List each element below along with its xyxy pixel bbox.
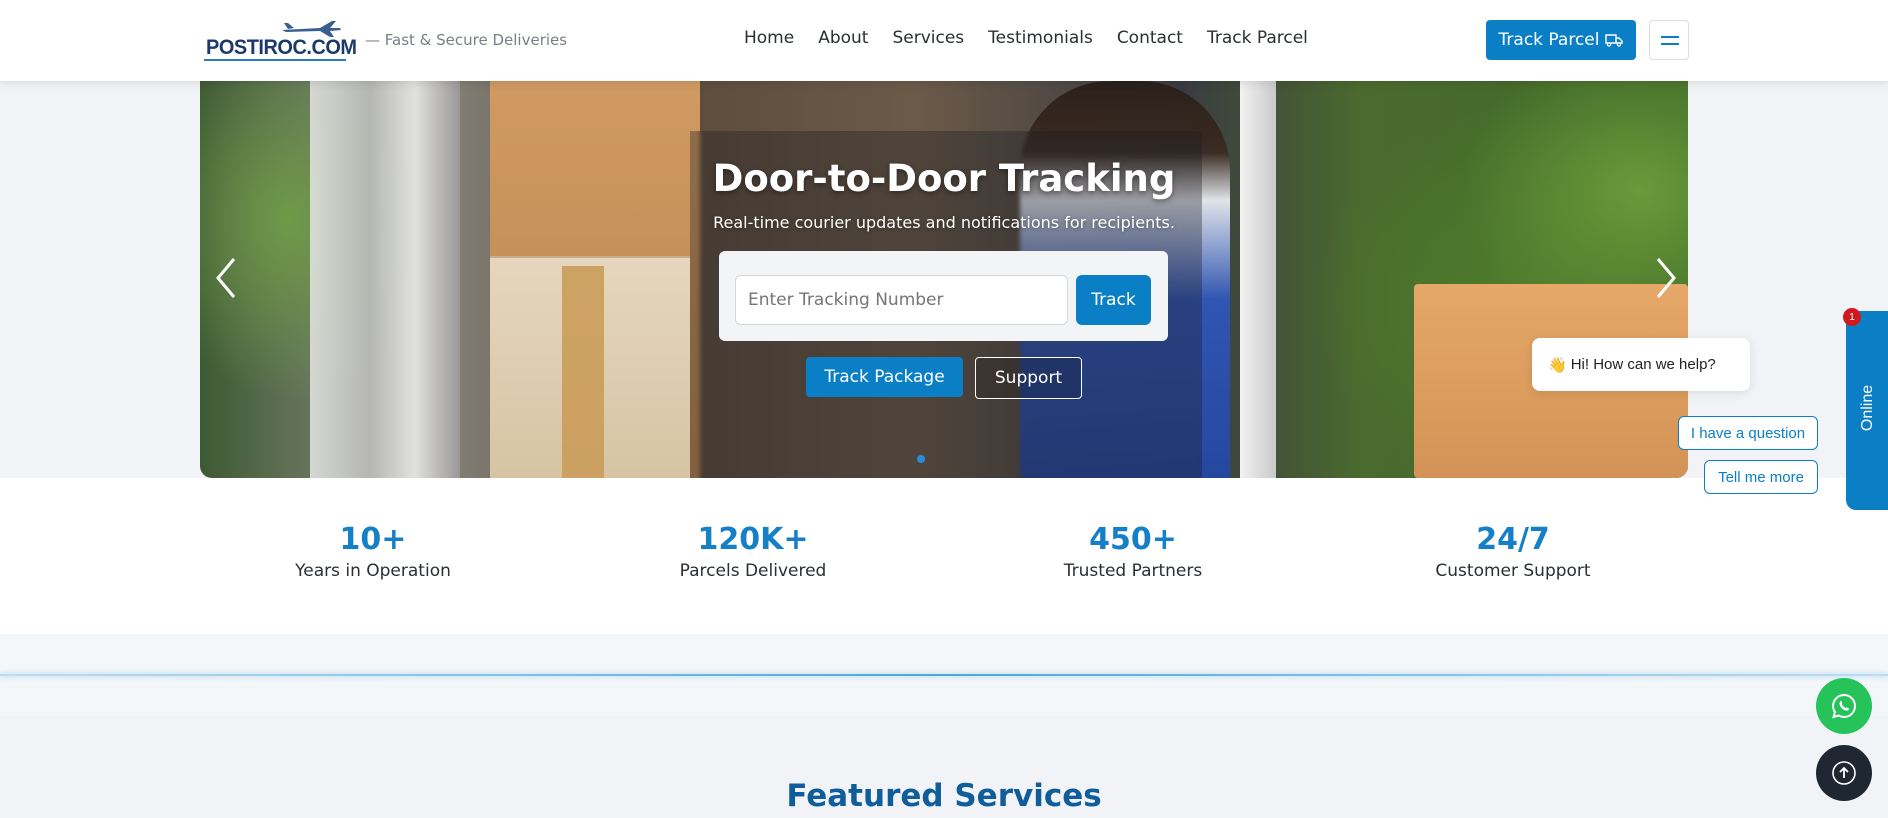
hero-title: Door-to-Door Tracking — [712, 157, 1176, 200]
slide-indicator-active[interactable] — [917, 455, 925, 463]
back-to-top-button[interactable] — [1816, 745, 1872, 801]
support-button[interactable]: Support — [975, 357, 1082, 399]
track-package-button[interactable]: Track Package — [806, 357, 963, 397]
hamburger-icon-bar — [1661, 43, 1679, 45]
hero-image-tape — [562, 266, 604, 478]
chat-option-question[interactable]: I have a question — [1678, 416, 1818, 450]
site-tagline: — Fast & Secure Deliveries — [365, 31, 568, 49]
main-nav: Home About Services Testimonials Contact… — [744, 28, 1308, 48]
chat-greeting-bubble: 👋 Hi! How can we help? — [1532, 338, 1750, 391]
chevron-right-icon[interactable] — [1648, 253, 1684, 303]
nav-track-parcel[interactable]: Track Parcel — [1207, 28, 1308, 48]
chat-online-tab[interactable]: Online — [1846, 311, 1888, 510]
nav-testimonials[interactable]: Testimonials — [988, 28, 1093, 48]
hero-slider: Door-to-Door Tracking Real-time courier … — [200, 81, 1688, 478]
arrow-up-icon — [1832, 761, 1856, 785]
hero-image-van-door — [310, 81, 460, 478]
hero-subtitle: Real-time courier updates and notificati… — [713, 213, 1175, 232]
chat-option-tell-more[interactable]: Tell me more — [1704, 460, 1818, 494]
track-parcel-button-label: Track Parcel — [1498, 30, 1600, 50]
site-header: POSTIROC.COM — Fast & Secure Deliveries … — [0, 0, 1888, 81]
stat-value: 24/7 — [1476, 522, 1550, 557]
site-logo[interactable]: POSTIROC.COM — [204, 18, 357, 64]
stat-item: 24/7 Customer Support — [1363, 522, 1663, 581]
stat-label: Parcels Delivered — [679, 561, 827, 581]
stat-item: 120K+ Parcels Delivered — [603, 522, 903, 581]
stat-value: 120K+ — [697, 522, 809, 557]
nav-about[interactable]: About — [818, 28, 868, 48]
logo-text: POSTIROC.COM — [206, 36, 357, 59]
tracking-number-input[interactable] — [735, 275, 1068, 325]
stat-value: 450+ — [1089, 522, 1177, 557]
hamburger-icon — [1661, 36, 1679, 38]
track-button[interactable]: Track — [1076, 275, 1151, 325]
nav-services[interactable]: Services — [892, 28, 964, 48]
chevron-left-icon[interactable] — [208, 253, 244, 303]
chat-notification-badge: 1 — [1843, 308, 1861, 326]
track-parcel-button[interactable]: Track Parcel — [1486, 20, 1636, 60]
waving-hand-icon: 👋 — [1548, 356, 1567, 374]
stat-label: Years in Operation — [295, 561, 451, 581]
stats-section: 10+ Years in Operation 120K+ Parcels Del… — [0, 478, 1888, 634]
nav-home[interactable]: Home — [744, 28, 794, 48]
menu-button[interactable] — [1649, 20, 1689, 60]
featured-services-title: Featured Services — [786, 778, 1102, 814]
hero-image-van-door — [1240, 81, 1276, 478]
section-divider — [0, 634, 1888, 716]
whatsapp-button[interactable] — [1816, 678, 1872, 734]
nav-contact[interactable]: Contact — [1117, 28, 1183, 48]
chat-greeting-text: Hi! How can we help? — [1570, 356, 1716, 373]
airplane-icon — [282, 21, 341, 37]
stat-value: 10+ — [339, 522, 407, 557]
logo-underline — [204, 59, 346, 61]
tracking-form: Track — [719, 251, 1168, 341]
stat-item: 450+ Trusted Partners — [983, 522, 1283, 581]
divider-line — [0, 674, 1888, 676]
featured-services-section: Featured Services — [0, 716, 1888, 818]
stat-label: Customer Support — [1435, 561, 1591, 581]
stat-label: Trusted Partners — [1063, 561, 1203, 581]
chat-tab-label: Online — [1859, 384, 1876, 432]
whatsapp-icon — [1831, 693, 1856, 719]
truck-icon — [1605, 34, 1624, 47]
stat-item: 10+ Years in Operation — [223, 522, 523, 581]
